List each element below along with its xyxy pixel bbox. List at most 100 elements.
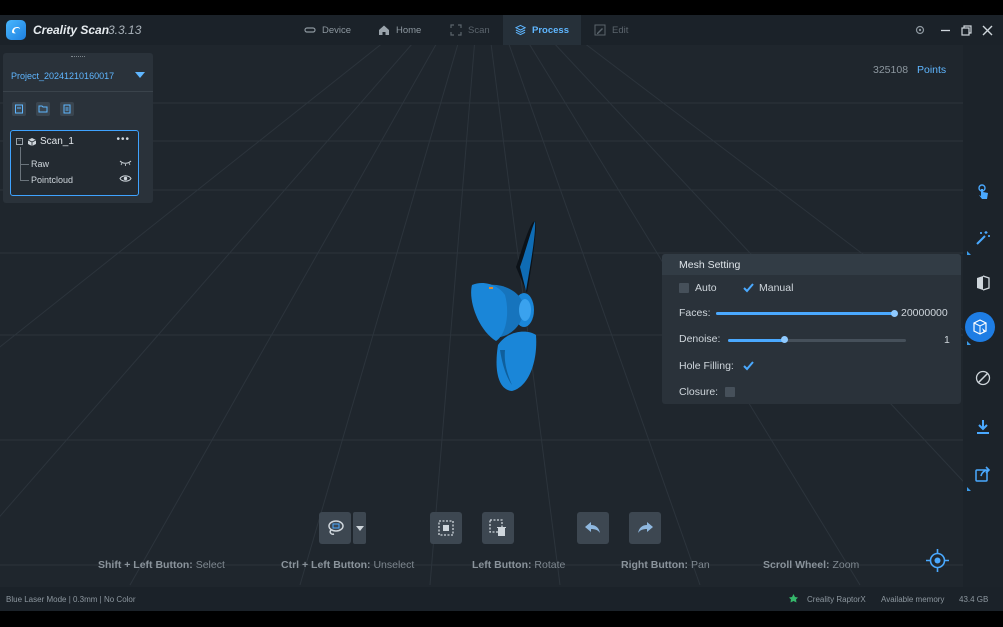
tab-device[interactable]: Device <box>292 15 363 45</box>
save-document-icon[interactable] <box>60 102 74 116</box>
touch-select-icon[interactable] <box>970 179 996 205</box>
tab-process-label: Process <box>532 24 569 36</box>
panel-drag-handle[interactable] <box>71 56 85 59</box>
tree-item-raw[interactable]: Raw <box>31 159 49 169</box>
settings-gear-icon[interactable] <box>909 15 931 45</box>
hint-rotate: Left Button: Rotate <box>472 559 565 571</box>
mesh-setting-title: Mesh Setting <box>679 259 741 271</box>
point-count: 325108 <box>873 64 909 76</box>
magic-wand-icon[interactable] <box>970 225 996 251</box>
select-all-icon <box>438 520 454 536</box>
recenter-view-icon[interactable] <box>925 548 950 573</box>
toolbar-corner-marker <box>967 341 971 345</box>
faces-value: 20000000 <box>901 307 948 319</box>
eye-open-icon[interactable] <box>119 174 132 183</box>
minimize-icon[interactable] <box>934 15 956 45</box>
app-logo-icon <box>6 20 26 40</box>
tab-home[interactable]: Home <box>366 15 433 45</box>
close-icon[interactable] <box>976 15 998 45</box>
device-connected-icon <box>789 594 798 603</box>
tree-collapse-icon[interactable]: − <box>16 138 23 145</box>
memory-value: 43.4 GB <box>959 595 989 604</box>
closure-label: Closure: <box>679 386 719 398</box>
project-panel: Project_20241210160017 − Scan_1 ••• Raw … <box>3 53 153 203</box>
mesh-generate-icon[interactable] <box>965 312 995 342</box>
lasso-select-button[interactable] <box>319 512 351 544</box>
project-dropdown[interactable]: Project_20241210160017 <box>3 63 153 88</box>
select-all-button[interactable] <box>430 512 462 544</box>
undo-button[interactable] <box>577 512 609 544</box>
dropdown-arrow-icon <box>355 525 364 531</box>
tab-device-label: Device <box>322 24 352 36</box>
point-count-label: Points <box>917 64 947 76</box>
eye-closed-icon[interactable] <box>119 158 132 167</box>
checkmark-icon <box>743 283 754 293</box>
tab-edit-label: Edit <box>612 24 629 36</box>
download-icon[interactable] <box>970 414 996 440</box>
edit-icon <box>594 24 606 36</box>
faces-slider-fill <box>716 312 894 315</box>
hint-unselect: Ctrl + Left Button: Unselect <box>281 559 414 571</box>
app-version: 3.3.13 <box>108 23 142 37</box>
hole-filling-label: Hole Filling: <box>679 360 734 372</box>
undo-icon <box>585 522 600 533</box>
new-project-icon[interactable] <box>12 102 26 116</box>
more-options-icon[interactable]: ••• <box>116 134 130 145</box>
tree-branch <box>20 180 29 181</box>
hint-key: Left Button: <box>472 559 532 571</box>
scan-name: Scan_1 <box>40 136 74 147</box>
right-toolbar <box>963 45 1003 587</box>
delete-selection-button[interactable] <box>482 512 514 544</box>
selection-mode-dropdown[interactable] <box>353 512 366 544</box>
device-name: Creality RaptorX <box>807 595 866 604</box>
layers-icon <box>515 24 527 36</box>
scan-mode-status: Blue Laser Mode | 0.3mm | No Color <box>6 595 136 604</box>
hole-filling-checkbox[interactable] <box>743 361 754 371</box>
mesh-texture-icon[interactable] <box>970 270 996 296</box>
tab-scan[interactable]: Scan <box>438 15 502 45</box>
open-folder-icon[interactable] <box>36 102 50 116</box>
tab-process[interactable]: Process <box>503 15 581 45</box>
tree-branch <box>20 164 29 165</box>
memory-label: Available memory <box>881 595 945 604</box>
restore-icon[interactable] <box>955 15 977 45</box>
auto-checkbox[interactable] <box>679 283 689 293</box>
hint-zoom: Scroll Wheel: Zoom <box>763 559 859 571</box>
tab-edit[interactable]: Edit <box>582 15 640 45</box>
hint-action: Unselect <box>373 559 415 571</box>
denoise-value: 1 <box>944 334 950 346</box>
letterbox-top <box>0 0 1003 15</box>
mesh-setting-header: Mesh Setting <box>662 254 961 275</box>
redo-button[interactable] <box>629 512 661 544</box>
toolbar-corner-marker <box>967 251 971 255</box>
hint-key: Right Button: <box>621 559 689 571</box>
dropdown-caret-icon[interactable] <box>135 72 145 78</box>
title-bar: Creality Scan 3.3.13 Device Home Scan Pr… <box>0 15 1003 45</box>
hint-key: Scroll Wheel: <box>763 559 830 571</box>
cube-icon <box>27 138 37 146</box>
manual-label: Manual <box>759 282 794 294</box>
hint-action: Zoom <box>832 559 860 571</box>
letterbox-bottom <box>0 611 1003 627</box>
manual-checkbox[interactable] <box>743 283 754 293</box>
share-export-icon[interactable] <box>970 461 996 487</box>
tree-item-pointcloud[interactable]: Pointcloud <box>31 175 73 185</box>
denoise-label: Denoise: <box>679 333 721 345</box>
scan-item[interactable]: − Scan_1 ••• Raw Pointcloud <box>10 130 139 196</box>
lasso-icon <box>328 520 344 535</box>
redo-icon <box>638 522 653 533</box>
checkmark-icon <box>743 361 754 371</box>
faces-slider-handle[interactable] <box>890 310 898 317</box>
app-name: Creality Scan <box>33 23 110 37</box>
delete-selection-icon <box>489 519 506 536</box>
propeller-model[interactable] <box>471 221 537 391</box>
hint-key: Shift + Left Button: <box>98 559 193 571</box>
hint-action: Select <box>195 559 225 571</box>
hint-key: Ctrl + Left Button: <box>281 559 371 571</box>
closure-checkbox[interactable] <box>725 387 735 397</box>
color-palette-icon[interactable] <box>970 365 996 391</box>
faces-label: Faces: <box>679 307 711 319</box>
mesh-setting-panel: Mesh Setting Auto Manual Faces: 20000000… <box>662 254 961 404</box>
home-icon <box>379 25 389 35</box>
panel-divider <box>3 91 153 92</box>
